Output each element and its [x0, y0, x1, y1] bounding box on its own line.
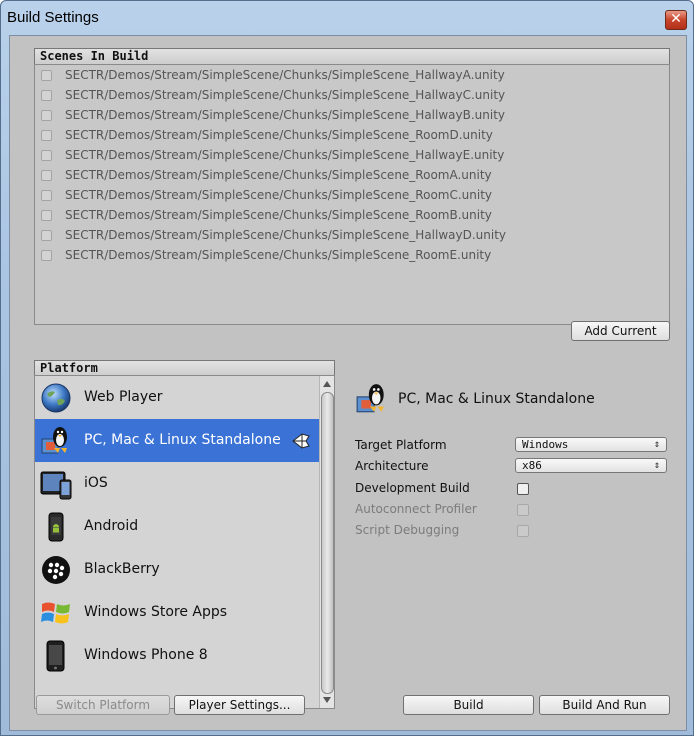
platform-label: Android: [84, 518, 139, 534]
scenes-in-build-header: Scenes In Build: [34, 48, 670, 65]
scene-checkbox[interactable]: [41, 210, 52, 221]
build-settings-window: Build Settings ✕ Scenes In Build SECTR/D…: [0, 0, 694, 736]
development-build-label: Development Build: [355, 481, 470, 495]
scene-checkbox[interactable]: [41, 130, 52, 141]
scroll-thumb[interactable]: [321, 392, 334, 694]
android-phone-icon: [48, 512, 64, 542]
scene-path: SECTR/Demos/Stream/SimpleScene/Chunks/Si…: [65, 228, 507, 242]
scene-checkbox[interactable]: [41, 230, 52, 241]
scenes-list[interactable]: SECTR/Demos/Stream/SimpleScene/Chunks/Si…: [34, 64, 670, 325]
platform-item-android[interactable]: Android: [35, 505, 319, 548]
scene-row[interactable]: SECTR/Demos/Stream/SimpleScene/Chunks/Si…: [41, 186, 661, 205]
autoconnect-profiler-label: Autoconnect Profiler: [355, 502, 477, 516]
architecture-dropdown[interactable]: x86 ⇕: [515, 458, 667, 473]
platform-item-pc-mac-linux[interactable]: PC, Mac & Linux Standalone: [35, 419, 319, 462]
scroll-up-arrow-icon[interactable]: [323, 381, 331, 387]
scene-path: SECTR/Demos/Stream/SimpleScene/Chunks/Si…: [65, 208, 492, 222]
platform-label: BlackBerry: [84, 561, 160, 577]
scene-row[interactable]: SECTR/Demos/Stream/SimpleScene/Chunks/Si…: [41, 246, 661, 265]
window-title: Build Settings: [7, 9, 99, 26]
platform-scrollbar[interactable]: [319, 376, 334, 708]
architecture-value: x86: [522, 459, 542, 472]
platform-item-web-player[interactable]: Web Player: [35, 376, 319, 419]
script-debugging-checkbox[interactable]: [517, 525, 529, 537]
development-build-checkbox[interactable]: [517, 483, 529, 495]
scene-checkbox[interactable]: [41, 170, 52, 181]
scene-checkbox[interactable]: [41, 190, 52, 201]
switch-platform-button[interactable]: Switch Platform: [36, 695, 170, 715]
platform-label: Windows Store Apps: [84, 604, 228, 620]
ios-device-icon: [40, 471, 72, 500]
build-and-run-button[interactable]: Build And Run: [539, 695, 670, 715]
dropdown-arrow-icon: ⇕: [653, 460, 660, 471]
scene-path: SECTR/Demos/Stream/SimpleScene/Chunks/Si…: [65, 88, 506, 102]
pc-mac-linux-icon: [41, 427, 67, 454]
scene-path: SECTR/Demos/Stream/SimpleScene/Chunks/Si…: [65, 148, 505, 162]
scene-checkbox[interactable]: [41, 110, 52, 121]
script-debugging-label: Script Debugging: [355, 523, 460, 537]
architecture-label: Architecture: [355, 459, 429, 473]
unity-logo-icon: [292, 433, 310, 449]
player-settings-button[interactable]: Player Settings...: [174, 695, 305, 715]
scene-row[interactable]: SECTR/Demos/Stream/SimpleScene/Chunks/Si…: [41, 126, 661, 145]
platform-item-blackberry[interactable]: BlackBerry: [35, 548, 319, 591]
scene-checkbox[interactable]: [41, 90, 52, 101]
settings-title: PC, Mac & Linux Standalone: [398, 391, 595, 407]
target-platform-dropdown[interactable]: Windows ⇕: [515, 437, 667, 452]
scene-row[interactable]: SECTR/Demos/Stream/SimpleScene/Chunks/Si…: [41, 226, 661, 245]
platform-item-ios[interactable]: iOS: [35, 462, 319, 505]
build-button[interactable]: Build: [403, 695, 534, 715]
platform-label: PC, Mac & Linux Standalone: [84, 432, 281, 448]
platform-item-windows-phone[interactable]: Windows Phone 8: [35, 634, 319, 677]
platform-list[interactable]: Web Player PC, Mac & Linux Standalone iO…: [34, 375, 335, 709]
platform-item-windows-store[interactable]: Windows Store Apps: [35, 591, 319, 634]
add-current-button[interactable]: Add Current: [571, 321, 670, 341]
scene-path: SECTR/Demos/Stream/SimpleScene/Chunks/Si…: [65, 108, 506, 122]
pc-mac-linux-large-icon: [356, 384, 384, 413]
scene-row[interactable]: SECTR/Demos/Stream/SimpleScene/Chunks/Si…: [41, 166, 661, 185]
scene-checkbox[interactable]: [41, 70, 52, 81]
scene-row[interactable]: SECTR/Demos/Stream/SimpleScene/Chunks/Si…: [41, 146, 661, 165]
autoconnect-profiler-checkbox[interactable]: [517, 504, 529, 516]
scene-row[interactable]: SECTR/Demos/Stream/SimpleScene/Chunks/Si…: [41, 206, 661, 225]
globe-icon: [41, 383, 71, 413]
scene-row[interactable]: SECTR/Demos/Stream/SimpleScene/Chunks/Si…: [41, 66, 661, 85]
target-platform-label: Target Platform: [355, 438, 447, 452]
windows-phone-icon: [46, 640, 65, 672]
scene-path: SECTR/Demos/Stream/SimpleScene/Chunks/Si…: [65, 128, 493, 142]
dropdown-arrow-icon: ⇕: [653, 439, 660, 450]
platform-label: iOS: [84, 475, 108, 491]
scene-path: SECTR/Demos/Stream/SimpleScene/Chunks/Si…: [65, 188, 493, 202]
target-platform-value: Windows: [522, 438, 569, 451]
scene-row[interactable]: SECTR/Demos/Stream/SimpleScene/Chunks/Si…: [41, 86, 661, 105]
scene-path: SECTR/Demos/Stream/SimpleScene/Chunks/Si…: [65, 68, 505, 82]
close-icon[interactable]: ✕: [665, 10, 687, 30]
platform-label: Windows Phone 8: [84, 647, 208, 663]
scene-row[interactable]: SECTR/Demos/Stream/SimpleScene/Chunks/Si…: [41, 106, 661, 125]
platform-label: Web Player: [84, 389, 163, 405]
scene-path: SECTR/Demos/Stream/SimpleScene/Chunks/Si…: [65, 168, 492, 182]
windows-logo-icon: [41, 602, 70, 624]
title-bar[interactable]: Build Settings ✕: [1, 1, 693, 35]
scene-path: SECTR/Demos/Stream/SimpleScene/Chunks/Si…: [65, 248, 492, 262]
client-area: Scenes In Build SECTR/Demos/Stream/Simpl…: [9, 35, 687, 731]
scroll-down-arrow-icon[interactable]: [323, 697, 331, 703]
blackberry-icon: [42, 556, 70, 584]
scene-checkbox[interactable]: [41, 250, 52, 261]
scene-checkbox[interactable]: [41, 150, 52, 161]
